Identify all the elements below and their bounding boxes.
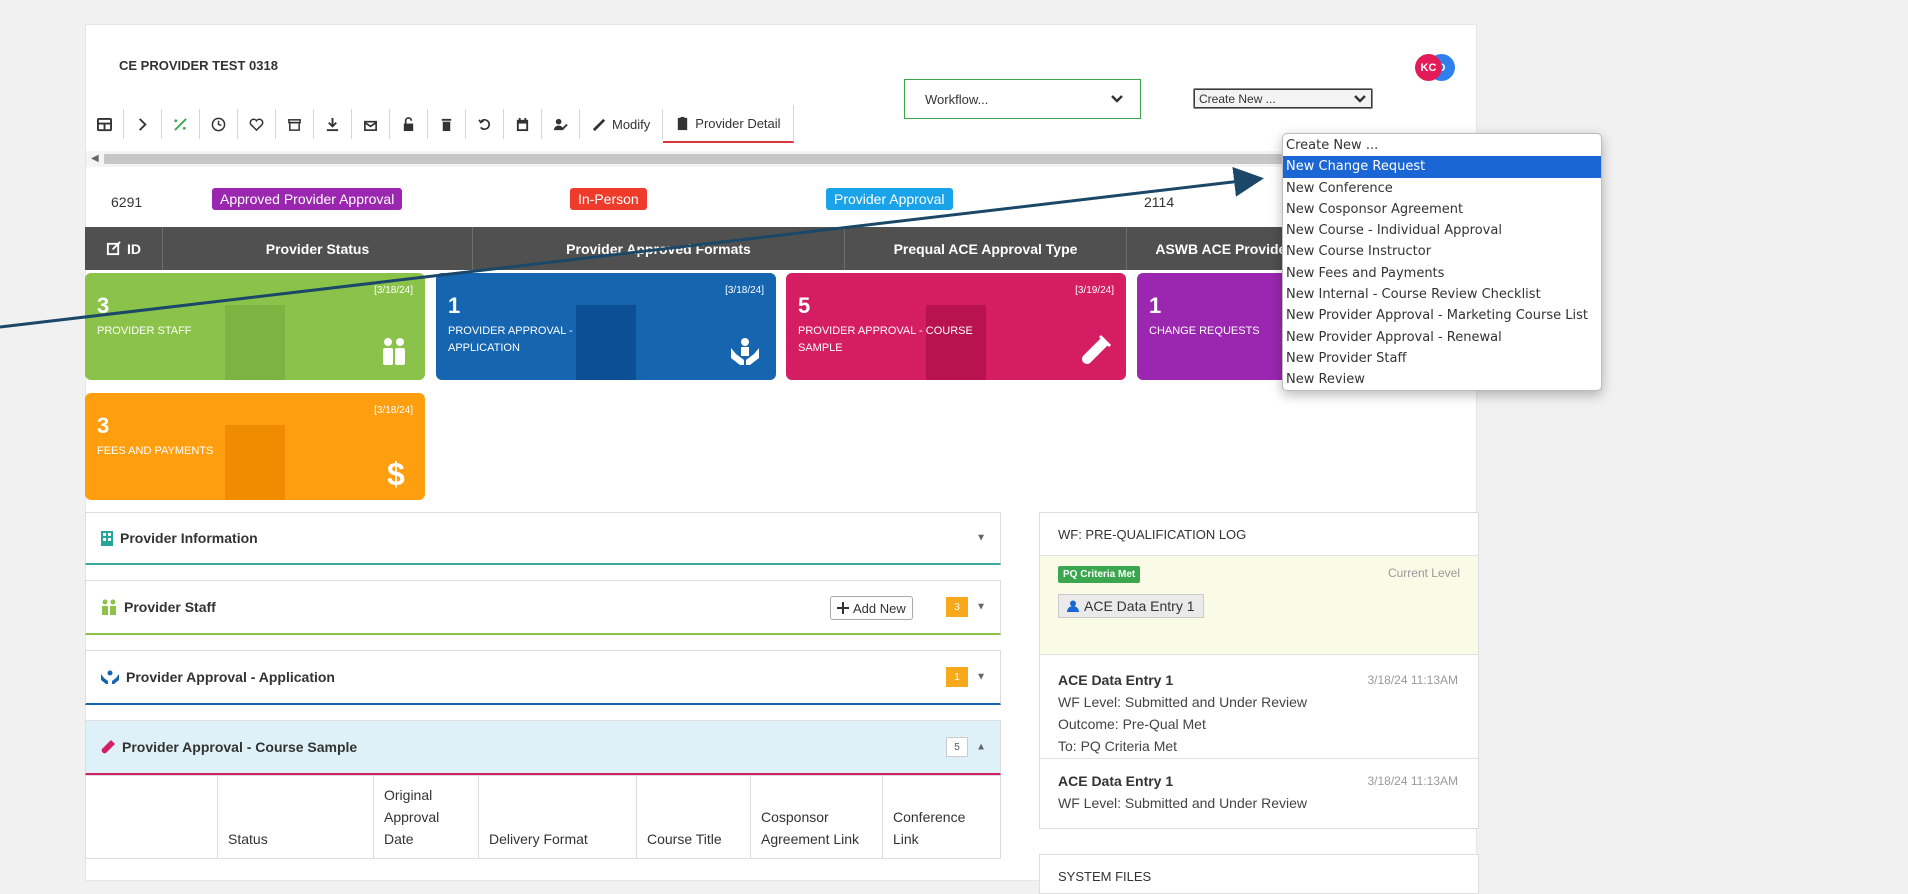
dropdown-option[interactable]: New Review [1283, 369, 1601, 390]
dropdown-option[interactable]: New Internal - Course Review Checklist [1283, 284, 1601, 305]
annotation-arrow [0, 166, 1264, 329]
dropdown-option[interactable]: New Provider Approval - Marketing Course… [1283, 305, 1601, 326]
dropdown-option-selected[interactable]: New Change Request [1283, 156, 1601, 178]
dropdown-option[interactable]: New Course - Individual Approval [1283, 220, 1601, 241]
dropdown-option[interactable]: New Provider Approval - Renewal [1283, 327, 1601, 348]
dropdown-option[interactable]: New Provider Staff [1283, 348, 1601, 369]
dropdown-option[interactable]: New Cosponsor Agreement [1283, 199, 1601, 220]
dropdown-option[interactable]: New Course Instructor [1283, 241, 1601, 262]
create-new-dropdown[interactable]: Create New ... New Change Request New Co… [1282, 133, 1602, 391]
dropdown-option[interactable]: New Fees and Payments [1283, 263, 1601, 284]
dropdown-option[interactable]: Create New ... [1283, 135, 1601, 156]
dropdown-option[interactable]: New Conference [1283, 178, 1601, 199]
